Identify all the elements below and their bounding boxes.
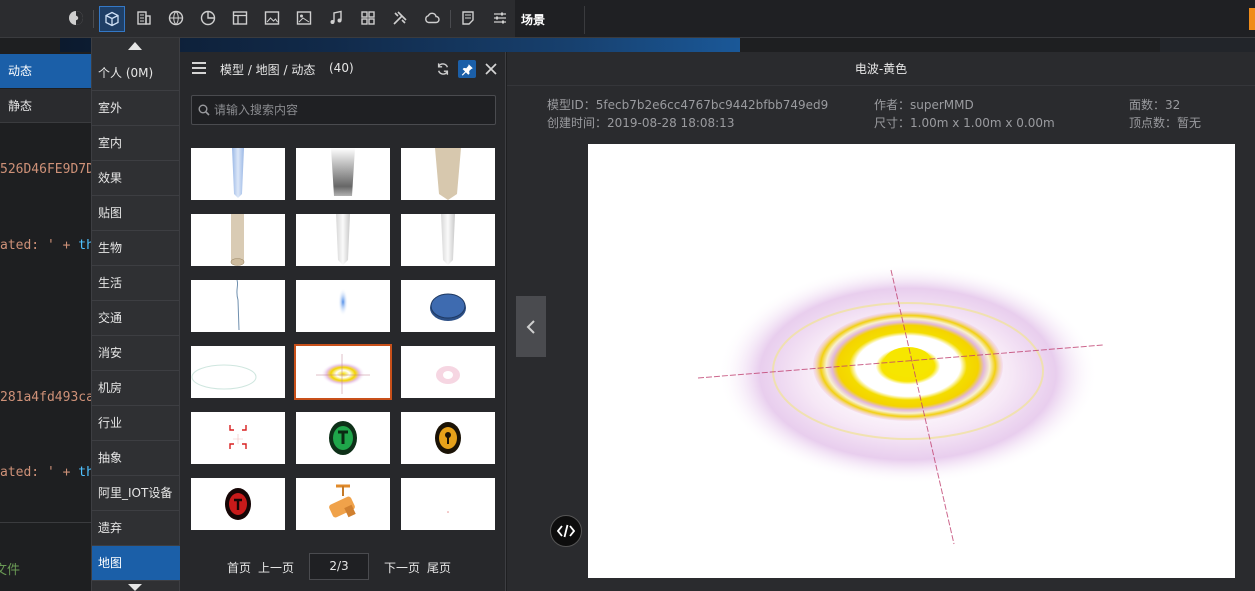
radio-wave-model (697, 264, 1104, 545)
scroll-down-icon[interactable] (128, 584, 142, 591)
model-id: 模型ID：5fecb7b2e6cc4767bc9442bfbb749ed9 (547, 98, 829, 112)
search-input[interactable] (214, 96, 492, 124)
view-code-button[interactable] (550, 515, 582, 547)
component-icon[interactable] (358, 8, 378, 28)
model-tile[interactable] (296, 280, 390, 332)
model-preview-panel: 电波-黄色 模型ID：5fecb7b2e6cc4767bc9442bfbb749… (507, 52, 1255, 591)
model-tile[interactable] (401, 148, 495, 200)
model-tile[interactable] (296, 148, 390, 200)
category-item[interactable]: 生活 (92, 266, 180, 301)
category-item[interactable]: 机房 (92, 371, 180, 406)
next-page-link[interactable]: 下一页 (384, 559, 420, 576)
model-tile-selected[interactable] (294, 344, 392, 400)
model-tile[interactable] (296, 214, 390, 266)
category-menu: 个人 (0M) 室外 室内 效果 贴图 生物 生活 交通 消安 机房 行业 抽象 阿里_IOT设备 遗弃地… (91, 38, 180, 591)
image-icon[interactable] (262, 8, 282, 28)
collapse-panel-button[interactable] (516, 296, 546, 357)
tab-dynamic[interactable]: 动态 (0, 54, 92, 88)
model-tile[interactable] (191, 346, 285, 398)
category-item[interactable]: 阿里_IOT设备 (92, 476, 180, 511)
building-icon[interactable] (134, 8, 154, 28)
main-toolbar (0, 0, 515, 38)
category-item[interactable]: 行业 (92, 406, 180, 441)
toolbar-separator (93, 10, 94, 28)
category-item[interactable]: 遗弃 (92, 511, 180, 546)
category-item[interactable]: 室内 (92, 126, 180, 161)
category-item[interactable]: 贴图 (92, 196, 180, 231)
last-page-link[interactable]: 尾页 (427, 559, 451, 576)
category-item[interactable]: 地图 (92, 546, 180, 581)
item-count: (40) (329, 61, 354, 75)
category-item[interactable]: 效果 (92, 161, 180, 196)
code-line: 281a4fd493ca (0, 390, 94, 405)
model-preview-canvas[interactable] (588, 144, 1235, 578)
model-tile[interactable] (191, 214, 285, 266)
hamburger-menu-icon[interactable] (192, 62, 206, 74)
scene-viewport-edge (1160, 38, 1255, 52)
cube-icon[interactable] (99, 6, 125, 32)
model-tile[interactable] (296, 412, 390, 464)
first-page-link[interactable]: 首页 (227, 559, 251, 576)
model-tile[interactable] (191, 148, 285, 200)
search-icon (198, 104, 210, 116)
close-icon[interactable] (482, 60, 500, 78)
model-tile[interactable] (191, 412, 285, 464)
page-number-input[interactable]: 2/3 (309, 553, 369, 580)
model-tile[interactable] (191, 280, 285, 332)
cloud-icon[interactable] (422, 8, 442, 28)
model-tile[interactable] (191, 478, 285, 530)
scene-bar: 场景 (515, 0, 1255, 38)
picture-icon[interactable] (294, 8, 314, 28)
code-string: ated: ' + (0, 238, 79, 253)
created-time: 创建时间：2019-08-28 18:08:13 (547, 116, 735, 130)
pin-icon[interactable] (458, 60, 476, 78)
scroll-up-icon[interactable] (128, 42, 142, 50)
sliders-icon[interactable] (490, 8, 510, 28)
model-tile[interactable] (401, 280, 495, 332)
left-editor-panel: 动态 静态 526D46FE9D7D ated: ' + th 281a4fd4… (0, 52, 94, 591)
divider (0, 522, 92, 523)
category-item[interactable]: 消安 (92, 336, 180, 371)
chevron-left-icon (526, 319, 535, 334)
author: 作者：superMMD (874, 98, 974, 112)
pagination: 首页 上一页 2/3 下一页 尾页 (180, 552, 506, 580)
breadcrumb: 模型 / 地图 / 动态 (220, 63, 316, 77)
vertex-count: 顶点数：暂无 (1129, 116, 1202, 130)
model-tile[interactable] (296, 478, 390, 530)
search-field[interactable] (191, 95, 496, 125)
layout-icon[interactable] (230, 8, 250, 28)
model-tile[interactable] (401, 478, 495, 530)
code-line: ated: ' + th (0, 465, 94, 480)
category-item[interactable]: 交通 (92, 301, 180, 336)
category-item[interactable]: 生物 (92, 231, 180, 266)
scene-status-marker (1249, 8, 1255, 30)
model-tile[interactable] (401, 346, 495, 398)
code-icon (557, 524, 575, 538)
scene-tab[interactable]: 场景 (515, 6, 585, 34)
category-item[interactable]: 抽象 (92, 441, 180, 476)
music-icon[interactable] (326, 8, 346, 28)
code-line: 526D46FE9D7D (0, 162, 94, 177)
code-comment: 文件 (0, 563, 21, 578)
globe-icon[interactable] (166, 8, 186, 28)
model-tile[interactable] (401, 412, 495, 464)
refresh-icon[interactable] (434, 60, 452, 78)
prev-page-link[interactable]: 上一页 (258, 559, 294, 576)
category-item[interactable]: 个人 (0M) (92, 56, 180, 91)
preview-title: 电波-黄色 (507, 52, 1255, 86)
category-item[interactable]: 室外 (92, 91, 180, 126)
face-count: 面数：32 (1129, 98, 1181, 112)
tools-icon[interactable] (390, 8, 410, 28)
tab-static[interactable]: 静态 (0, 89, 92, 123)
dimensions: 尺寸：1.00m x 1.00m x 0.00m (874, 116, 1055, 130)
palette-icon[interactable] (66, 8, 86, 28)
note-icon[interactable] (458, 8, 478, 28)
code-line: ated: ' + th (0, 238, 94, 253)
pie-chart-icon[interactable] (198, 8, 218, 28)
toolbar-separator (450, 10, 451, 28)
model-library-panel: 模型 / 地图 / 动态 (40) 请输入搜索内容 首页 上一页 2/3 下一页… (180, 52, 506, 591)
library-header: 模型 / 地图 / 动态 (40) (180, 52, 506, 86)
model-tile[interactable] (401, 214, 495, 266)
code-string: ated: ' + (0, 465, 79, 480)
